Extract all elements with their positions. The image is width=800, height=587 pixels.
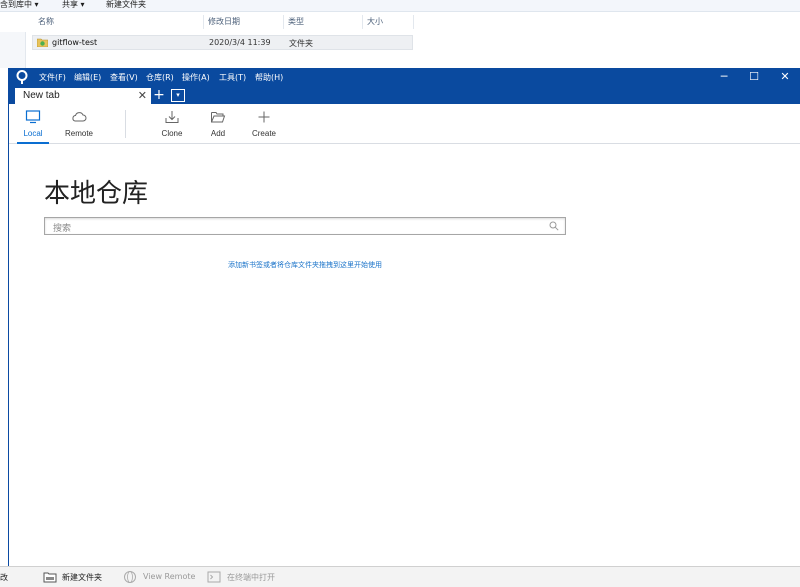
- add-tab-button[interactable]: +: [151, 87, 167, 104]
- plus-icon: [258, 111, 270, 123]
- column-name[interactable]: 名称: [38, 16, 54, 27]
- remote-label: Remote: [64, 129, 93, 138]
- menu-actions[interactable]: 操作(A): [182, 72, 210, 83]
- column-separator: [283, 15, 284, 29]
- clone-button[interactable]: Clone: [152, 104, 192, 144]
- statusbar-fragment: 改: [0, 573, 8, 582]
- column-date[interactable]: 修改日期: [208, 16, 240, 27]
- main-toolbar: Local Remote Clone Add Create: [9, 104, 800, 144]
- folder-open-icon: [211, 112, 226, 123]
- tab-close-icon[interactable]: ✕: [138, 89, 147, 102]
- clone-label: Clone: [161, 129, 183, 138]
- menu-edit[interactable]: 编辑(E): [74, 72, 101, 83]
- file-row[interactable]: gitflow-test 2020/3/4 11:39 文件夹: [32, 35, 413, 50]
- column-size[interactable]: 大小: [367, 16, 383, 27]
- maximize-button[interactable]: ☐: [739, 68, 769, 87]
- view-remote-button[interactable]: View Remote: [143, 572, 195, 581]
- column-type[interactable]: 类型: [288, 16, 304, 27]
- file-type: 文件夹: [289, 39, 313, 48]
- column-separator: [203, 15, 204, 29]
- sourcetree-logo-icon: [16, 70, 28, 84]
- git-folder-icon: [37, 38, 48, 47]
- add-label: Add: [210, 129, 226, 138]
- menu-tools[interactable]: 工具(T): [219, 72, 246, 83]
- empty-state-hint: 添加新书签或者将仓库文件夹拖拽到这里开始使用: [228, 261, 382, 269]
- local-repositories-panel: 本地仓库 搜索 添加新书签或者将仓库文件夹拖拽到这里开始使用: [9, 145, 800, 566]
- cloud-icon: [72, 112, 87, 122]
- remote-button[interactable]: Remote: [59, 104, 99, 144]
- new-folder-button[interactable]: 新建文件夹: [106, 0, 146, 12]
- search-icon: [549, 221, 559, 231]
- share-button[interactable]: 共享 ▾: [62, 0, 85, 12]
- terminal-icon: [207, 571, 221, 583]
- download-icon: [165, 111, 179, 123]
- add-button[interactable]: Add: [198, 104, 238, 144]
- search-input[interactable]: 搜索: [44, 217, 566, 235]
- local-button[interactable]: Local: [13, 104, 53, 144]
- tab-new-tab[interactable]: New tab ✕: [15, 88, 151, 104]
- menu-repository[interactable]: 仓库(R): [146, 72, 174, 83]
- close-button[interactable]: ✕: [770, 68, 800, 87]
- minimize-button[interactable]: ─: [709, 68, 739, 87]
- explorer-column-header: 名称 修改日期 类型 大小: [0, 12, 800, 32]
- tab-dropdown-button[interactable]: ▾: [171, 89, 185, 102]
- search-placeholder: 搜索: [53, 224, 72, 234]
- menu-file[interactable]: 文件(F): [39, 72, 66, 83]
- explorer-statusbar: 改 新建文件夹 View Remote 在终端中打开: [0, 566, 800, 587]
- page-title: 本地仓库: [44, 179, 149, 209]
- toolbar-divider: [125, 110, 126, 138]
- explorer-toolbar: 含到库中 ▾ 共享 ▾ 新建文件夹: [0, 0, 800, 12]
- open-terminal-button[interactable]: 在终端中打开: [227, 572, 275, 583]
- column-separator: [362, 15, 363, 29]
- create-label: Create: [251, 129, 276, 138]
- create-button[interactable]: Create: [244, 104, 284, 144]
- monitor-icon: [25, 110, 41, 124]
- new-folder-status-button[interactable]: 新建文件夹: [62, 572, 102, 583]
- tab-bar: New tab ✕ + ▾: [9, 87, 800, 104]
- local-label: Local: [23, 129, 43, 138]
- sourcetree-window: 文件(F) 编辑(E) 查看(V) 仓库(R) 操作(A) 工具(T) 帮助(H…: [8, 68, 800, 566]
- menu-view[interactable]: 查看(V): [110, 72, 138, 83]
- file-name: gitflow-test: [52, 38, 98, 47]
- column-separator: [413, 15, 414, 29]
- globe-icon: [124, 571, 136, 583]
- menu-help[interactable]: 帮助(H): [255, 72, 283, 83]
- title-bar: 文件(F) 编辑(E) 查看(V) 仓库(R) 操作(A) 工具(T) 帮助(H…: [9, 68, 800, 87]
- tab-label: New tab: [23, 90, 60, 101]
- file-date: 2020/3/4 11:39: [209, 38, 271, 47]
- include-in-library-button[interactable]: 含到库中 ▾: [0, 0, 39, 12]
- new-folder-icon: [43, 572, 57, 583]
